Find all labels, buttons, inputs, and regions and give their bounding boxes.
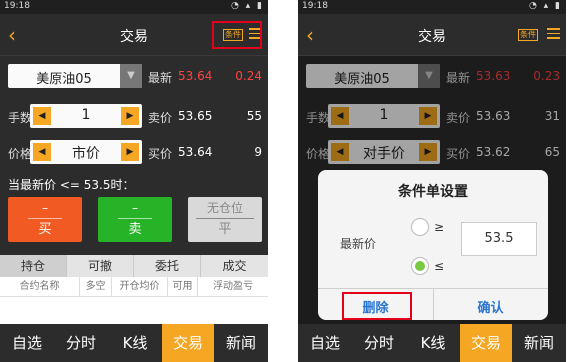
prev-icon[interactable]: ◀ — [33, 143, 51, 161]
sell-button[interactable]: – 卖 — [98, 197, 172, 242]
buy-button-top: – — [28, 197, 62, 219]
qty-label: 手数 — [8, 111, 33, 125]
radio-ge[interactable] — [411, 218, 429, 236]
status-bar: 19:18 ◔ ▴ ▮ — [0, 0, 268, 14]
col-floating-pnl: 浮动盈亏 — [213, 281, 253, 292]
nav-kline[interactable]: K线 — [108, 324, 162, 362]
right-trade-screen: 19:18 ◔ ▴ ▮ ‹ 交易 条件 美原油05 ▼ 最新 53.63 0.2… — [298, 0, 566, 362]
col-contract: 合约名称 — [0, 277, 80, 297]
nav-kline[interactable]: K线 — [406, 324, 460, 362]
tab-cancelable[interactable]: 可撤 — [67, 255, 134, 277]
positions-list — [0, 297, 268, 324]
sell-label: 卖价 — [148, 111, 173, 125]
nav-trade[interactable]: 交易 — [460, 324, 512, 362]
highlight-box — [212, 21, 262, 49]
latest-label: 最新 — [148, 71, 173, 85]
tab-positions[interactable]: 持仓 — [0, 255, 67, 277]
buy-price: 53.64 — [178, 145, 213, 159]
price-label: 价格 — [8, 147, 33, 161]
close-position-top: 无仓位 — [196, 197, 254, 219]
product-name: 美原油05 — [36, 72, 92, 87]
positions-header: 合约名称 多空 开仓均价 可用 浮动盈亏 — [0, 277, 268, 297]
product-selector[interactable]: 美原油05 ▼ — [8, 64, 142, 88]
status-time: 19:18 — [302, 1, 328, 11]
col-direction: 多空 — [80, 277, 112, 297]
nav-watchlist[interactable]: 自选 — [0, 324, 54, 362]
nav-watchlist[interactable]: 自选 — [298, 324, 352, 362]
product-row: 美原油05 ▼ 最新 53.64 0.24 — [0, 64, 268, 90]
bottom-nav: 自选 分时 K线 交易 新闻 — [0, 324, 268, 362]
radio-le[interactable] — [411, 257, 429, 275]
sell-button-label: 卖 — [128, 222, 142, 237]
condition-text: 当最新价 <= 53.5时： — [8, 178, 135, 192]
price-type: 市价 — [72, 146, 100, 162]
col-available: 可用 — [168, 277, 198, 297]
nav-intraday[interactable]: 分时 — [54, 324, 108, 362]
sell-button-top: – — [118, 197, 152, 219]
price-row: 价格 ◀ 市价 ▶ 买价 53.64 9 — [0, 140, 268, 166]
left-trade-screen: 19:18 ◔ ▴ ▮ ‹ 交易 条件 美原油05 ▼ 最新 53.64 0.2… — [0, 0, 268, 362]
qty-value: 1 — [81, 107, 91, 123]
option-ge-label: ≥ — [434, 220, 445, 234]
option-le-label: ≤ — [434, 259, 445, 273]
buy-button[interactable]: – 买 — [8, 197, 82, 242]
dialog-title: 条件单设置 — [398, 184, 468, 200]
tab-orders[interactable]: 委托 — [134, 255, 201, 277]
latest-price-label: 最新价 — [340, 237, 377, 251]
status-icons: ◔ ▴ ▮ — [230, 1, 264, 11]
nav-intraday[interactable]: 分时 — [352, 324, 406, 362]
latest-change: 0.24 — [235, 69, 262, 83]
sell-price: 53.65 — [178, 109, 213, 123]
nav-trade[interactable]: 交易 — [162, 324, 214, 362]
dropdown-icon[interactable]: ▼ — [120, 64, 142, 88]
condition-order-button[interactable]: 条件 — [518, 29, 538, 41]
latest-price: 53.64 — [178, 69, 213, 83]
bottom-nav: 自选 分时 K线 交易 新闻 — [298, 324, 566, 362]
price-type-stepper[interactable]: ◀ 市价 ▶ — [30, 140, 142, 164]
next-icon[interactable]: ▶ — [121, 143, 139, 161]
buy-button-label: 买 — [38, 222, 52, 237]
decrease-icon[interactable]: ◀ — [33, 107, 51, 125]
menu-icon[interactable] — [547, 28, 560, 42]
col-avg-price: 开仓均价 — [112, 277, 168, 297]
highlight-box — [342, 292, 412, 320]
tab-fills[interactable]: 成交 — [201, 255, 268, 277]
position-tabs: 持仓 可撤 委托 成交 — [0, 255, 268, 277]
confirm-button[interactable]: 确认 — [433, 297, 548, 316]
close-position-button[interactable]: 无仓位 平 — [188, 197, 262, 242]
status-time: 19:18 — [4, 1, 30, 11]
nav-bar: ‹ 交易 条件 — [298, 14, 566, 56]
status-bar: 19:18 ◔ ▴ ▮ — [298, 0, 566, 14]
nav-news[interactable]: 新闻 — [512, 324, 566, 362]
increase-icon[interactable]: ▶ — [121, 107, 139, 125]
nav-news[interactable]: 新闻 — [214, 324, 268, 362]
buy-label: 买价 — [148, 147, 173, 161]
status-icons: ◔ ▴ ▮ — [528, 1, 562, 11]
sell-volume: 55 — [246, 109, 262, 123]
condition-price-input[interactable]: 53.5 — [461, 222, 537, 256]
buy-volume: 9 — [254, 145, 262, 159]
close-position-label: 平 — [218, 222, 232, 237]
quantity-stepper[interactable]: ◀ 1 ▶ — [30, 104, 142, 128]
quantity-row: 手数 ◀ 1 ▶ 卖价 53.65 55 — [0, 104, 268, 130]
